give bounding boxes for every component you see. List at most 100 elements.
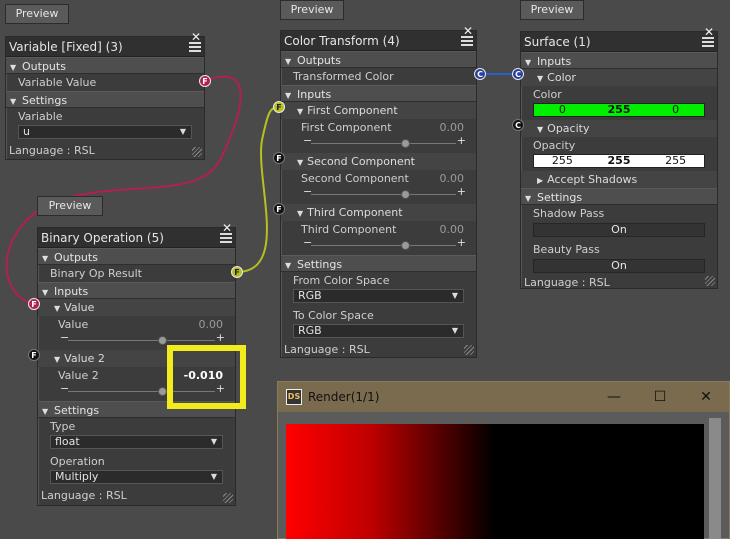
slider-knob[interactable]: [158, 387, 167, 396]
section-outputs[interactable]: ▼ Outputs: [6, 57, 204, 74]
subsection-second-component[interactable]: ▼ Second Component: [281, 153, 476, 170]
type-label: Type: [50, 420, 76, 433]
plus-icon[interactable]: +: [457, 134, 466, 147]
section-settings[interactable]: ▼ Settings: [281, 255, 476, 272]
node-title: Surface (1): [524, 35, 591, 49]
minus-icon[interactable]: −: [303, 185, 312, 198]
port-value-in[interactable]: F: [28, 298, 40, 310]
collapse-triangle-icon[interactable]: ▼: [537, 74, 543, 83]
menu-icon[interactable]: [461, 36, 473, 46]
beauty-pass-label: Beauty Pass: [533, 243, 600, 256]
surface-node[interactable]: Surface (1) ✕ ▼ Inputs ▼ Color Color 0 255…: [520, 26, 718, 289]
section-inputs[interactable]: ▼ Inputs: [38, 282, 235, 299]
collapse-triangle-icon[interactable]: ▼: [54, 304, 60, 313]
to-color-space-label: To Color Space: [293, 309, 374, 322]
plus-icon[interactable]: +: [457, 236, 466, 249]
port-color-in[interactable]: C: [512, 68, 524, 80]
menu-icon[interactable]: [220, 233, 232, 243]
render-title-bar[interactable]: DS Render(1/1) — ☐ ✕: [278, 382, 729, 412]
render-title: Render(1/1): [308, 390, 380, 404]
subsection-color[interactable]: ▼ Color: [521, 69, 717, 86]
shadow-pass-toggle[interactable]: On: [533, 223, 705, 237]
opacity-r-value[interactable]: 255: [534, 155, 591, 167]
slider-knob[interactable]: [401, 139, 410, 148]
color-g-value[interactable]: 255: [591, 104, 648, 116]
node-title-bar[interactable]: Binary Operation (5) ✕: [38, 222, 235, 248]
section-inputs[interactable]: ▼ Inputs: [521, 52, 717, 69]
maximize-icon[interactable]: ☐: [637, 382, 683, 412]
minus-icon[interactable]: −: [303, 134, 312, 147]
subsection-first-component[interactable]: ▼ First Component: [281, 102, 476, 119]
port-transformed-color-out[interactable]: C: [474, 68, 486, 80]
section-settings[interactable]: ▼ Settings: [521, 188, 717, 205]
opacity-b-value[interactable]: 255: [647, 155, 704, 167]
preview-button-binary[interactable]: Preview: [37, 196, 103, 216]
minus-icon[interactable]: −: [303, 236, 312, 249]
menu-icon[interactable]: [189, 42, 201, 52]
port-opacity-in[interactable]: C: [512, 119, 524, 131]
opacity-g-value[interactable]: 255: [591, 155, 648, 167]
resize-grip-icon[interactable]: [192, 147, 202, 157]
menu-icon[interactable]: [702, 37, 714, 47]
to-color-space-select[interactable]: RGB ▼: [293, 324, 464, 338]
collapse-triangle-icon[interactable]: ▼: [297, 209, 303, 218]
slider-knob[interactable]: [158, 336, 167, 345]
opacity-value-bar[interactable]: 255 255 255: [533, 154, 705, 168]
color-transform-node[interactable]: Color Transform (4) ✕ ▼ Outputs Transform…: [280, 25, 477, 358]
resize-grip-icon[interactable]: [464, 345, 474, 355]
minus-icon[interactable]: −: [60, 331, 69, 344]
render-window[interactable]: DS Render(1/1) — ☐ ✕: [277, 381, 730, 539]
section-inputs[interactable]: ▼ Inputs: [281, 85, 476, 102]
slider-knob[interactable]: [401, 190, 410, 199]
section-outputs[interactable]: ▼ Outputs: [281, 51, 476, 68]
port-first-component-in[interactable]: F: [273, 101, 285, 113]
dropdown-arrow-icon: ▼: [179, 127, 186, 136]
dropdown-arrow-icon: ▼: [210, 437, 217, 446]
section-settings[interactable]: ▼ Settings: [6, 91, 204, 108]
variable-node[interactable]: Variable [Fixed] (3) ✕ ▼ Outputs Variable…: [5, 31, 205, 160]
minimize-icon[interactable]: —: [591, 382, 637, 412]
subsection-value[interactable]: ▼ Value: [38, 299, 235, 316]
node-title-bar[interactable]: Color Transform (4) ✕: [281, 25, 476, 51]
node-title-bar[interactable]: Variable [Fixed] (3) ✕: [6, 31, 204, 57]
preview-button-variable[interactable]: Preview: [5, 4, 69, 24]
from-color-space-select[interactable]: RGB ▼: [293, 289, 464, 303]
variable-select[interactable]: u ▼: [18, 125, 192, 139]
expand-triangle-icon[interactable]: ▶: [537, 176, 543, 185]
resize-grip-icon[interactable]: [705, 276, 715, 286]
port-third-component-in[interactable]: F: [273, 203, 285, 215]
port-binary-op-result-out[interactable]: F: [231, 266, 243, 278]
first-component-slider[interactable]: − +: [301, 134, 466, 150]
subsection-accept-shadows[interactable]: ▶ Accept Shadows: [521, 171, 717, 188]
port-variable-value-out[interactable]: F: [199, 75, 211, 87]
collapse-triangle-icon[interactable]: ▼: [54, 355, 60, 364]
color-value-bar[interactable]: 0 255 0: [533, 103, 705, 117]
resize-grip-icon[interactable]: [223, 493, 233, 503]
color-r-value[interactable]: 0: [534, 104, 591, 116]
beauty-pass-toggle[interactable]: On: [533, 259, 705, 273]
close-icon[interactable]: ✕: [683, 382, 729, 412]
collapse-triangle-icon[interactable]: ▼: [297, 107, 303, 116]
minus-icon[interactable]: −: [60, 382, 69, 395]
subsection-third-component[interactable]: ▼ Third Component: [281, 204, 476, 221]
node-title-bar[interactable]: Surface (1) ✕: [521, 26, 717, 52]
slider-knob[interactable]: [401, 241, 410, 250]
port-second-component-in[interactable]: F: [273, 152, 285, 164]
collapse-triangle-icon[interactable]: ▼: [297, 158, 303, 167]
collapse-triangle-icon[interactable]: ▼: [537, 125, 543, 134]
third-component-slider[interactable]: − +: [301, 236, 466, 252]
dropdown-arrow-icon: ▼: [451, 291, 458, 300]
operation-select[interactable]: Multiply ▼: [50, 470, 223, 484]
plus-icon[interactable]: +: [457, 185, 466, 198]
second-component-slider[interactable]: − +: [301, 185, 466, 201]
subsection-opacity[interactable]: ▼ Opacity: [521, 120, 717, 137]
preview-button-surface[interactable]: Preview: [520, 0, 584, 20]
port-value-2-in[interactable]: F: [28, 349, 40, 361]
render-canvas[interactable]: [286, 424, 704, 539]
preview-button-color-transform[interactable]: Preview: [280, 0, 344, 20]
section-outputs[interactable]: ▼ Outputs: [38, 248, 235, 265]
render-scrollbar[interactable]: [709, 418, 721, 539]
type-select[interactable]: float ▼: [50, 435, 223, 449]
plus-icon[interactable]: +: [216, 331, 225, 344]
color-b-value[interactable]: 0: [647, 104, 704, 116]
